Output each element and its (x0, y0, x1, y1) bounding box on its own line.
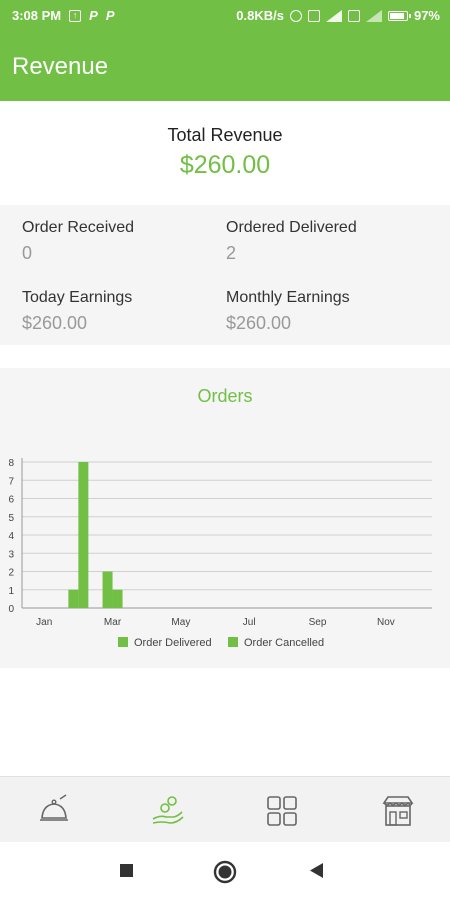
orders-chart: 0 1 2 3 4 5 6 7 8 Jan Mar May Jul Sep Nov Order Deliver… (8, 458, 432, 649)
y-tick-label: 7 (8, 476, 14, 487)
ordered-delivered-value: 2 (226, 243, 237, 263)
monthly-earnings-label: Monthly Earnings (226, 289, 350, 306)
legend-swatch (118, 637, 128, 647)
food-cloche-icon (40, 794, 68, 821)
orders-chart-card: Orders 0 1 2 3 4 5 6 7 8 Jan Mar May Jul Sep Nov Order … (0, 368, 450, 668)
bottom-nav (0, 776, 450, 843)
revenue-hand-coins-icon (152, 796, 184, 824)
vowifi-icon-2 (347, 9, 360, 22)
status-bar-left: 3:08 PM ↑ P P (12, 8, 114, 23)
y-tick-label: 1 (8, 586, 14, 597)
home-button[interactable] (212, 859, 238, 885)
y-tick-label: 5 (8, 513, 14, 524)
status-bar-right: 0.8KB/s 97% (236, 8, 440, 23)
y-tick-label: 6 (8, 495, 14, 506)
y-tick-label: 4 (8, 531, 14, 542)
bar-order-delivered (102, 571, 113, 608)
legend-label: Order Cancelled (244, 637, 324, 649)
back-button[interactable] (308, 862, 326, 880)
nav-orders-button[interactable] (36, 793, 72, 829)
x-tick-label: Jul (243, 617, 256, 628)
y-tick-label: 2 (8, 568, 14, 579)
recents-button[interactable] (118, 862, 136, 880)
total-revenue-label: Total Revenue (167, 125, 283, 145)
order-received-value: 0 (22, 243, 33, 263)
y-tick-label: 0 (8, 604, 14, 615)
signal-icon (325, 9, 342, 22)
legend-label: Order Delivered (134, 637, 212, 649)
x-tick-label: May (171, 617, 190, 628)
x-tick-label: Jan (36, 617, 52, 628)
order-received-stat: Order Received 0 (22, 219, 222, 264)
today-earnings-stat: Today Earnings $260.00 (22, 289, 222, 334)
today-earnings-label: Today Earnings (22, 289, 133, 306)
bar-order-cancelled (78, 462, 89, 608)
bar-order-cancelled (112, 589, 123, 608)
x-tick-label: Nov (377, 617, 395, 628)
monthly-earnings-value: $260.00 (226, 313, 292, 333)
status-time: 3:08 PM (12, 8, 62, 23)
total-revenue-section: Total Revenue $260.00 (0, 101, 450, 205)
y-tick-label: 8 (8, 458, 14, 469)
nav-store-button[interactable] (380, 793, 416, 829)
order-received-label: Order Received (22, 219, 135, 236)
upload-notification-icon: ↑ (69, 9, 82, 22)
status-bar: 3:08 PM ↑ P P 0.8KB/s 97% (0, 0, 450, 31)
battery-icon (387, 10, 411, 21)
monthly-earnings-stat: Monthly Earnings $260.00 (226, 289, 426, 334)
ordered-delivered-label: Ordered Delivered (226, 219, 357, 236)
stats-section: Order Received 0 Ordered Delivered 2 Tod… (0, 205, 450, 345)
ordered-delivered-stat: Ordered Delivered 2 (226, 219, 426, 264)
network-speed: 0.8KB/s (236, 8, 284, 23)
bar-order-delivered (68, 589, 79, 608)
today-earnings-value: $260.00 (22, 313, 88, 333)
y-tick-label: 3 (8, 549, 14, 560)
x-tick-label: Mar (104, 617, 122, 628)
app-bar: Revenue (0, 31, 450, 101)
grid-icon (267, 796, 297, 826)
signal-icon-2 (365, 9, 382, 22)
alarm-icon (289, 9, 302, 22)
nav-revenue-button[interactable] (150, 793, 186, 829)
legend-swatch (228, 637, 238, 647)
vowifi-icon (307, 9, 320, 22)
system-navigation-bar (0, 842, 450, 900)
x-tick-label: Sep (309, 617, 327, 628)
page-title: Revenue (12, 53, 109, 80)
p-app-notification-icon: P (89, 8, 98, 23)
total-revenue-value: $260.00 (179, 151, 271, 179)
battery-percent: 97% (413, 8, 440, 23)
p-app-notification-icon-2: P (105, 8, 115, 23)
nav-dashboard-button[interactable] (264, 793, 300, 829)
store-icon (382, 796, 414, 826)
